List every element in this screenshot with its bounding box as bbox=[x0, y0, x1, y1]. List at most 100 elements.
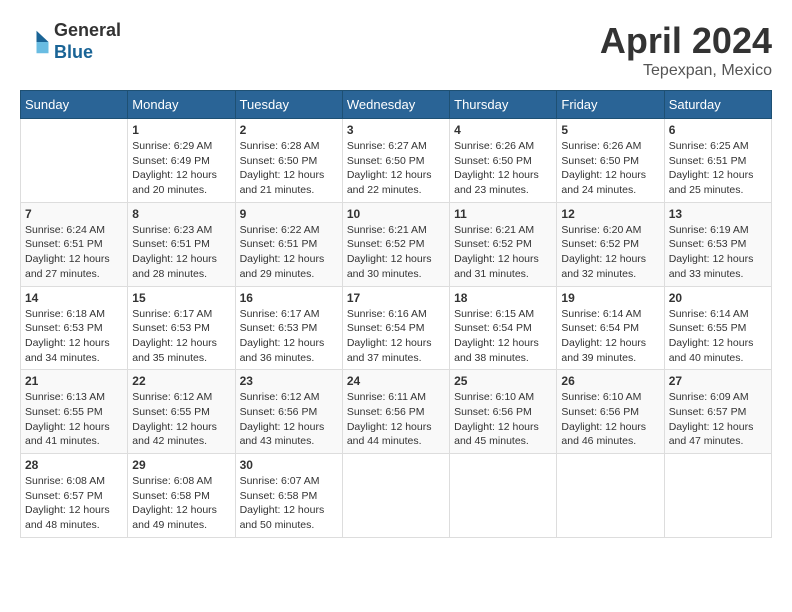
cell-content: Sunrise: 6:17 AM Sunset: 6:53 PM Dayligh… bbox=[240, 307, 338, 366]
cell-content: Sunrise: 6:16 AM Sunset: 6:54 PM Dayligh… bbox=[347, 307, 445, 366]
cell-content: Sunrise: 6:15 AM Sunset: 6:54 PM Dayligh… bbox=[454, 307, 552, 366]
calendar-week-row: 1 Sunrise: 6:29 AM Sunset: 6:49 PM Daylig… bbox=[21, 119, 772, 203]
calendar-cell: 20Sunrise: 6:14 AM Sunset: 6:55 PM Dayli… bbox=[664, 286, 771, 370]
cell-content: Sunrise: 6:25 AM Sunset: 6:51 PM Dayligh… bbox=[669, 139, 767, 198]
calendar-cell: 21 Sunrise: 6:13 AM Sunset: 6:55 PM Dayli… bbox=[21, 370, 128, 454]
cell-content: Sunrise: 6:24 AM Sunset: 6:51 PM Dayligh… bbox=[25, 223, 123, 282]
column-header-sunday: Sunday bbox=[21, 91, 128, 119]
cell-content: Sunrise: 6:21 AM Sunset: 6:52 PM Dayligh… bbox=[454, 223, 552, 282]
day-number: 21 bbox=[25, 374, 123, 388]
calendar-week-row: 28 Sunrise: 6:08 AM Sunset: 6:57 PM Dayli… bbox=[21, 454, 772, 538]
calendar-cell: 9Sunrise: 6:22 AM Sunset: 6:51 PM Daylig… bbox=[235, 202, 342, 286]
cell-content: Sunrise: 6:19 AM Sunset: 6:53 PM Dayligh… bbox=[669, 223, 767, 282]
cell-content: Sunrise: 6:17 AM Sunset: 6:53 PM Dayligh… bbox=[132, 307, 230, 366]
calendar-week-row: 7 Sunrise: 6:24 AM Sunset: 6:51 PM Daylig… bbox=[21, 202, 772, 286]
cell-content: Sunrise: 6:28 AM Sunset: 6:50 PM Dayligh… bbox=[240, 139, 338, 198]
day-number: 23 bbox=[240, 374, 338, 388]
calendar-cell bbox=[21, 119, 128, 203]
calendar-cell: 5Sunrise: 6:26 AM Sunset: 6:50 PM Daylig… bbox=[557, 119, 664, 203]
calendar-cell: 28 Sunrise: 6:08 AM Sunset: 6:57 PM Dayli… bbox=[21, 454, 128, 538]
cell-content: Sunrise: 6:07 AM Sunset: 6:58 PM Dayligh… bbox=[240, 474, 338, 533]
day-number: 10 bbox=[347, 207, 445, 221]
day-number: 25 bbox=[454, 374, 552, 388]
cell-content: Sunrise: 6:14 AM Sunset: 6:55 PM Dayligh… bbox=[669, 307, 767, 366]
calendar-cell: 15 Sunrise: 6:17 AM Sunset: 6:53 PM Dayli… bbox=[128, 286, 235, 370]
calendar-cell: 16 Sunrise: 6:17 AM Sunset: 6:53 PM Dayli… bbox=[235, 286, 342, 370]
calendar-cell: 27 Sunrise: 6:09 AM Sunset: 6:57 PM Dayli… bbox=[664, 370, 771, 454]
calendar-cell: 13Sunrise: 6:19 AM Sunset: 6:53 PM Dayli… bbox=[664, 202, 771, 286]
day-number: 1 bbox=[132, 123, 230, 137]
day-number: 16 bbox=[240, 291, 338, 305]
calendar-cell: 30 Sunrise: 6:07 AM Sunset: 6:58 PM Dayli… bbox=[235, 454, 342, 538]
calendar-cell: 1 Sunrise: 6:29 AM Sunset: 6:49 PM Daylig… bbox=[128, 119, 235, 203]
cell-content: Sunrise: 6:09 AM Sunset: 6:57 PM Dayligh… bbox=[669, 390, 767, 449]
logo-blue: Blue bbox=[54, 42, 93, 62]
calendar-cell: 17 Sunrise: 6:16 AM Sunset: 6:54 PM Dayli… bbox=[342, 286, 449, 370]
calendar-cell: 22Sunrise: 6:12 AM Sunset: 6:55 PM Dayli… bbox=[128, 370, 235, 454]
calendar-cell: 4 Sunrise: 6:26 AM Sunset: 6:50 PM Daylig… bbox=[450, 119, 557, 203]
cell-content: Sunrise: 6:10 AM Sunset: 6:56 PM Dayligh… bbox=[454, 390, 552, 449]
day-number: 18 bbox=[454, 291, 552, 305]
calendar-cell bbox=[557, 454, 664, 538]
cell-content: Sunrise: 6:18 AM Sunset: 6:53 PM Dayligh… bbox=[25, 307, 123, 366]
calendar-header-row: SundayMondayTuesdayWednesdayThursdayFrid… bbox=[21, 91, 772, 119]
column-header-thursday: Thursday bbox=[450, 91, 557, 119]
cell-content: Sunrise: 6:23 AM Sunset: 6:51 PM Dayligh… bbox=[132, 223, 230, 282]
day-number: 17 bbox=[347, 291, 445, 305]
day-number: 30 bbox=[240, 458, 338, 472]
calendar-table: SundayMondayTuesdayWednesdayThursdayFrid… bbox=[20, 90, 772, 538]
day-number: 27 bbox=[669, 374, 767, 388]
month-title: April 2024 bbox=[600, 20, 772, 62]
day-number: 24 bbox=[347, 374, 445, 388]
day-number: 19 bbox=[561, 291, 659, 305]
calendar-cell: 11 Sunrise: 6:21 AM Sunset: 6:52 PM Dayli… bbox=[450, 202, 557, 286]
cell-content: Sunrise: 6:14 AM Sunset: 6:54 PM Dayligh… bbox=[561, 307, 659, 366]
column-header-saturday: Saturday bbox=[664, 91, 771, 119]
calendar-cell: 18 Sunrise: 6:15 AM Sunset: 6:54 PM Dayli… bbox=[450, 286, 557, 370]
day-number: 12 bbox=[561, 207, 659, 221]
calendar-cell: 2 Sunrise: 6:28 AM Sunset: 6:50 PM Daylig… bbox=[235, 119, 342, 203]
day-number: 8 bbox=[132, 207, 230, 221]
cell-content: Sunrise: 6:11 AM Sunset: 6:56 PM Dayligh… bbox=[347, 390, 445, 449]
logo-text: General Blue bbox=[54, 20, 121, 63]
day-number: 22 bbox=[132, 374, 230, 388]
day-number: 9 bbox=[240, 207, 338, 221]
calendar-cell: 6Sunrise: 6:25 AM Sunset: 6:51 PM Daylig… bbox=[664, 119, 771, 203]
cell-content: Sunrise: 6:13 AM Sunset: 6:55 PM Dayligh… bbox=[25, 390, 123, 449]
cell-content: Sunrise: 6:20 AM Sunset: 6:52 PM Dayligh… bbox=[561, 223, 659, 282]
day-number: 15 bbox=[132, 291, 230, 305]
calendar-cell bbox=[450, 454, 557, 538]
day-number: 28 bbox=[25, 458, 123, 472]
calendar-cell: 24 Sunrise: 6:11 AM Sunset: 6:56 PM Dayli… bbox=[342, 370, 449, 454]
day-number: 3 bbox=[347, 123, 445, 137]
day-number: 4 bbox=[454, 123, 552, 137]
calendar-cell: 25 Sunrise: 6:10 AM Sunset: 6:56 PM Dayli… bbox=[450, 370, 557, 454]
day-number: 11 bbox=[454, 207, 552, 221]
calendar-cell: 19 Sunrise: 6:14 AM Sunset: 6:54 PM Dayli… bbox=[557, 286, 664, 370]
column-header-friday: Friday bbox=[557, 91, 664, 119]
cell-content: Sunrise: 6:29 AM Sunset: 6:49 PM Dayligh… bbox=[132, 139, 230, 198]
cell-content: Sunrise: 6:08 AM Sunset: 6:57 PM Dayligh… bbox=[25, 474, 123, 533]
calendar-cell bbox=[342, 454, 449, 538]
cell-content: Sunrise: 6:10 AM Sunset: 6:56 PM Dayligh… bbox=[561, 390, 659, 449]
cell-content: Sunrise: 6:21 AM Sunset: 6:52 PM Dayligh… bbox=[347, 223, 445, 282]
day-number: 29 bbox=[132, 458, 230, 472]
day-number: 5 bbox=[561, 123, 659, 137]
cell-content: Sunrise: 6:27 AM Sunset: 6:50 PM Dayligh… bbox=[347, 139, 445, 198]
calendar-cell: 23 Sunrise: 6:12 AM Sunset: 6:56 PM Dayli… bbox=[235, 370, 342, 454]
day-number: 14 bbox=[25, 291, 123, 305]
calendar-cell bbox=[664, 454, 771, 538]
column-header-tuesday: Tuesday bbox=[235, 91, 342, 119]
calendar-cell: 10 Sunrise: 6:21 AM Sunset: 6:52 PM Dayli… bbox=[342, 202, 449, 286]
logo-general: General bbox=[54, 20, 121, 40]
location-title: Tepexpan, Mexico bbox=[600, 62, 772, 80]
day-number: 7 bbox=[25, 207, 123, 221]
day-number: 2 bbox=[240, 123, 338, 137]
cell-content: Sunrise: 6:12 AM Sunset: 6:56 PM Dayligh… bbox=[240, 390, 338, 449]
cell-content: Sunrise: 6:26 AM Sunset: 6:50 PM Dayligh… bbox=[454, 139, 552, 198]
logo-icon bbox=[20, 27, 50, 57]
cell-content: Sunrise: 6:08 AM Sunset: 6:58 PM Dayligh… bbox=[132, 474, 230, 533]
column-header-wednesday: Wednesday bbox=[342, 91, 449, 119]
calendar-cell: 29 Sunrise: 6:08 AM Sunset: 6:58 PM Dayli… bbox=[128, 454, 235, 538]
calendar-week-row: 21 Sunrise: 6:13 AM Sunset: 6:55 PM Dayli… bbox=[21, 370, 772, 454]
